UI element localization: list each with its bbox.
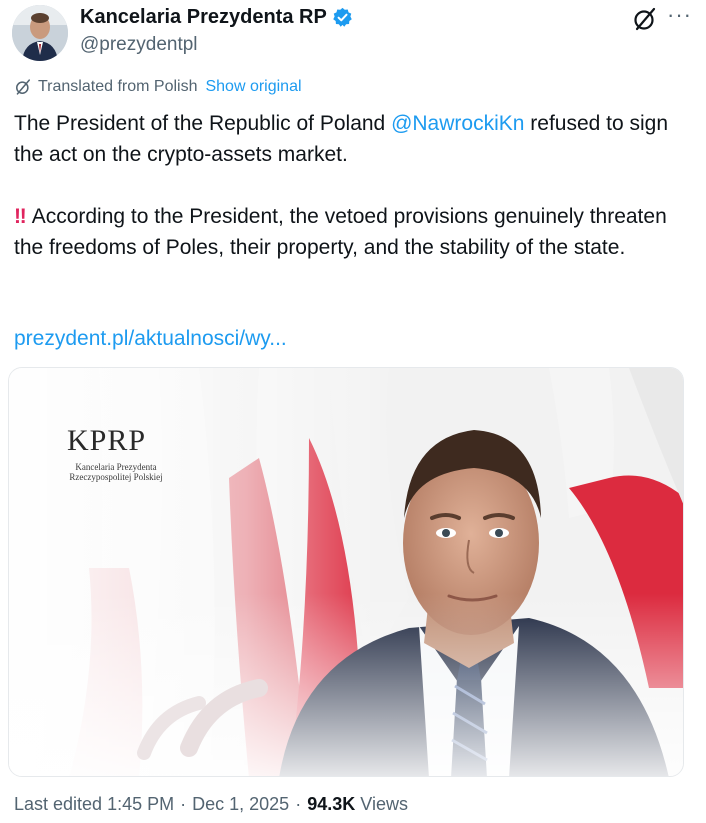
tweet-meta: Last edited 1:45 PM · Dec 1, 2025 · 94.3…: [14, 794, 408, 815]
edited-label[interactable]: Last edited 1:45 PM: [14, 794, 174, 815]
tweet-image[interactable]: KPRP Kancelaria Prezydenta Rzeczypospoli…: [8, 367, 684, 777]
show-original-link[interactable]: Show original: [205, 78, 301, 96]
tweet-paragraph-2: ‼ According to the President, the vetoed …: [14, 201, 694, 263]
translation-notice: Translated from Polish Show original: [14, 78, 302, 96]
tweet-text: The President of the Republic of Poland: [14, 112, 392, 135]
meta-separator: ·: [180, 794, 187, 814]
account-name[interactable]: Kancelaria Prezydenta RP: [80, 6, 327, 29]
views-count[interactable]: 94.3K Views: [307, 794, 408, 815]
more-options-icon[interactable]: ···: [667, 2, 692, 28]
tweet-text: According to the President, the vetoed p…: [14, 205, 667, 259]
meta-separator: ·: [295, 794, 302, 814]
external-link[interactable]: prezydent.pl/aktualnosci/wy...: [14, 327, 287, 351]
translate-icon: [14, 78, 32, 96]
translation-label: Translated from Polish: [38, 78, 198, 95]
account-handle[interactable]: @prezydentpl: [80, 34, 198, 56]
verified-badge-icon: [332, 7, 353, 28]
tweet-date[interactable]: Dec 1, 2025: [192, 794, 289, 815]
tweet-header: Kancelaria Prezydenta RP @prezydentpl ··…: [0, 0, 706, 70]
kprp-logo: KPRP: [67, 424, 147, 457]
double-exclamation-icon: ‼: [14, 205, 27, 228]
avatar[interactable]: [12, 5, 68, 61]
account-name-row[interactable]: Kancelaria Prezydenta RP: [80, 6, 353, 29]
grok-icon[interactable]: [632, 6, 658, 32]
tweet-paragraph-1: The President of the Republic of Poland …: [14, 108, 694, 170]
mention-link[interactable]: @NawrockiKn: [391, 112, 524, 135]
kprp-logo-subtitle: Kancelaria Prezydenta Rzeczypospolitej P…: [69, 462, 163, 482]
